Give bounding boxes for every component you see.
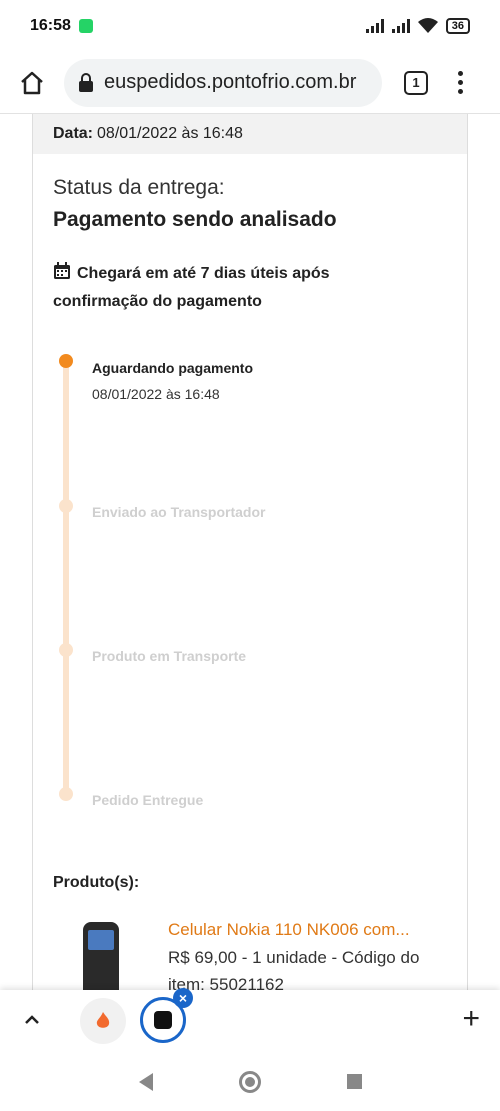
timeline-dot (59, 643, 73, 657)
tab-thumbnail-active[interactable]: × (140, 988, 193, 1043)
wifi-icon (417, 18, 438, 33)
whatsapp-notification-icon (78, 19, 93, 33)
timeline-step-title: Aguardando pagamento (92, 360, 254, 376)
flame-icon (96, 1012, 110, 1028)
product-image[interactable] (83, 922, 119, 990)
signal-icon (365, 19, 384, 33)
order-date-label: Data: (53, 125, 94, 142)
delivery-status-value: Pagamento sendo analisado (53, 208, 337, 231)
timeline-dot-active (59, 354, 73, 368)
tab-switcher-button[interactable]: 1 (404, 70, 428, 95)
system-nav-bar (0, 1052, 500, 1111)
timeline-dot (59, 787, 73, 801)
delivery-estimate: Chegará em até 7 dias úteis após confirm… (53, 260, 383, 316)
close-tab-icon[interactable]: × (173, 988, 193, 1008)
browser-toolbar: euspedidos.pontofrio.com.br 1 (0, 52, 500, 114)
battery-icon: 36 (445, 18, 470, 34)
status-time: 16:58 (30, 17, 71, 34)
home-icon (21, 71, 43, 94)
delivery-status-label: Status da entrega: (53, 176, 225, 199)
timeline-step-title: Enviado ao Transportador (92, 504, 266, 520)
timeline-step-title: Pedido Entregue (92, 792, 204, 808)
signal-icon-2 (391, 19, 410, 33)
url-text: euspedidos.pontofrio.com.br (104, 71, 357, 93)
product-name-link[interactable]: Celular Nokia 110 NK006 com... (168, 920, 410, 940)
back-icon[interactable] (138, 1072, 153, 1091)
address-bar[interactable]: euspedidos.pontofrio.com.br (64, 58, 382, 107)
timeline-step-title: Produto em Transporte (92, 648, 247, 664)
tab-thumbnail[interactable] (80, 998, 126, 1044)
status-bar: 16:58 36 (0, 0, 500, 52)
tab-strip: × + (0, 988, 500, 1052)
products-heading: Produto(s): (53, 874, 140, 891)
delivery-estimate-text: Chegará em até 7 dias úteis após confirm… (53, 265, 330, 310)
timeline-step-date: 08/01/2022 às 16:48 (92, 386, 220, 402)
status-right: 36 (365, 18, 470, 34)
order-date-value: 08/01/2022 às 16:48 (97, 125, 243, 142)
more-options-button[interactable] (454, 71, 466, 94)
app-icon (154, 1011, 172, 1029)
recents-icon[interactable] (346, 1074, 362, 1089)
timeline-dot (59, 499, 73, 513)
order-date-row: Data: 08/01/2022 às 16:48 (33, 114, 467, 154)
lock-icon (79, 72, 93, 92)
calendar-icon (54, 262, 70, 279)
order-card: Data: 08/01/2022 às 16:48 Status da entr… (32, 114, 468, 990)
product-details: R$ 69,00 - 1 unidade - Código do item: 5… (168, 948, 420, 990)
new-tab-button[interactable]: + (462, 1004, 480, 1034)
timeline-track (63, 362, 69, 794)
home-nav-icon[interactable] (238, 1070, 261, 1093)
chevron-up-icon[interactable] (20, 1008, 44, 1032)
home-button[interactable] (14, 65, 50, 101)
